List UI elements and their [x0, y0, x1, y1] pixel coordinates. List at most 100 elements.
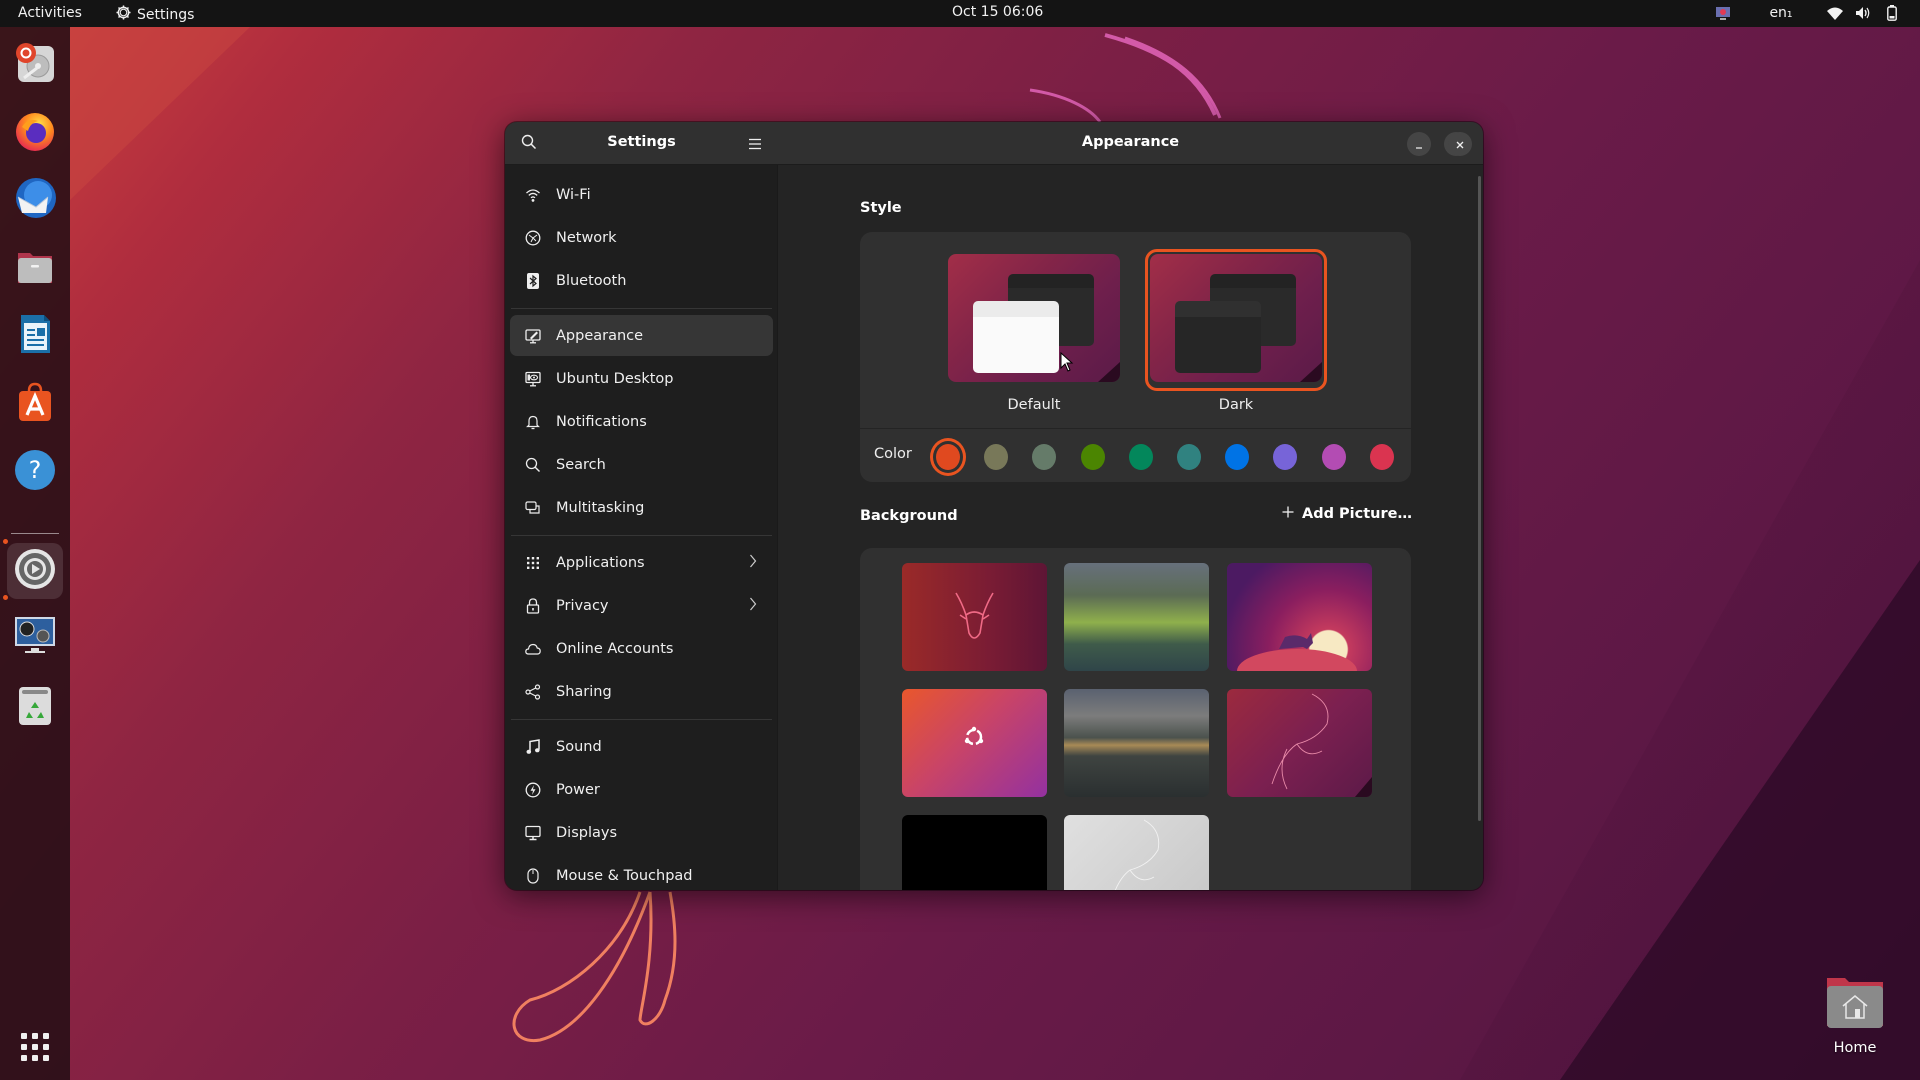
- accent-color-orange[interactable]: [936, 444, 960, 470]
- ubuntu-desktop-icon: [524, 370, 542, 388]
- sidebar-item-sharing[interactable]: Sharing: [510, 671, 773, 712]
- sidebar-item-appearance[interactable]: Appearance: [510, 315, 773, 356]
- system-tray[interactable]: en₁: [1708, 3, 1900, 23]
- software-icon: [12, 379, 58, 429]
- background-thumb-kudu-grey[interactable]: [1064, 815, 1209, 890]
- sidebar-item-label: Multitasking: [556, 499, 645, 516]
- accent-color-olive[interactable]: [1080, 444, 1105, 470]
- background-thumb-mountain-lake[interactable]: [1064, 563, 1209, 671]
- network-icon: [524, 229, 542, 247]
- sidebar-item-label: Bluetooth: [556, 272, 627, 289]
- show-apps-button[interactable]: [7, 1021, 63, 1077]
- search-icon: [524, 456, 542, 474]
- sidebar-item-network[interactable]: Network: [510, 217, 773, 258]
- style-caption-default: Default: [1007, 397, 1061, 413]
- sidebar-item-label: Online Accounts: [556, 640, 674, 657]
- close-button[interactable]: [1448, 132, 1472, 156]
- battery-icon[interactable]: [1884, 3, 1900, 23]
- chevron-right-icon: [749, 553, 757, 572]
- style-caption-dark: Dark: [1218, 397, 1254, 413]
- app-menu-label: Settings: [137, 6, 195, 23]
- accent-color-purple[interactable]: [1273, 444, 1298, 470]
- bluetooth-icon: [524, 272, 542, 290]
- clock[interactable]: Oct 15 06:06: [952, 4, 1043, 20]
- sidebar-item-label: Search: [556, 456, 606, 473]
- sidebar-separator: [511, 308, 772, 309]
- sidebar-item-label: Network: [556, 229, 617, 246]
- trash-icon: [12, 682, 58, 732]
- background-thumb-ubuntu-logo[interactable]: [902, 689, 1047, 797]
- background-thumb-kudu-moon[interactable]: [1227, 563, 1372, 671]
- accent-color-red[interactable]: [1369, 444, 1394, 470]
- app-menu[interactable]: Settings: [116, 5, 194, 24]
- minimize-button[interactable]: [1407, 132, 1431, 156]
- dock-app-settings[interactable]: [7, 543, 63, 599]
- appearance-panel: Appearance Style Default Dark Color Back…: [778, 122, 1483, 890]
- wifi-icon[interactable]: [1824, 3, 1846, 23]
- sidebar-separator: [511, 535, 772, 536]
- dock-app-help[interactable]: ?: [7, 444, 63, 500]
- content-scrollbar[interactable]: [1478, 176, 1481, 821]
- dock-app-thunderbird[interactable]: [7, 172, 63, 228]
- accent-color-bark[interactable]: [984, 444, 1009, 470]
- power-icon: [524, 781, 542, 799]
- volume-icon[interactable]: [1852, 3, 1874, 23]
- sidebar-item-wifi[interactable]: Wi-Fi: [510, 174, 773, 215]
- accent-color-magenta[interactable]: [1321, 444, 1346, 470]
- desktop-home-folder[interactable]: Home: [1816, 974, 1894, 1060]
- wifi-icon: [524, 186, 542, 204]
- screen-sharing-icon[interactable]: [1708, 3, 1738, 23]
- sidebar-item-sound[interactable]: Sound: [510, 726, 773, 767]
- dock-app-software[interactable]: [7, 376, 63, 432]
- preview-corner: [1300, 362, 1322, 382]
- main-menu-button[interactable]: [739, 128, 771, 160]
- app-grid-icon: [19, 1031, 51, 1067]
- apps-grid-icon: [524, 554, 542, 572]
- background-thumb-kudu-outline[interactable]: [1227, 689, 1372, 797]
- desktop-home-label: Home: [1833, 1040, 1877, 1056]
- accent-color-viridian[interactable]: [1128, 444, 1153, 470]
- thunderbird-icon: [12, 175, 58, 225]
- accent-color-sage[interactable]: [1032, 444, 1057, 470]
- sidebar-item-multitasking[interactable]: Multitasking: [510, 487, 773, 528]
- installer-icon: [12, 40, 58, 90]
- top-bar: Activities Settings Oct 15 06:06 en₁: [0, 0, 1920, 27]
- style-option-dark[interactable]: [1145, 249, 1327, 391]
- sidebar-item-notifications[interactable]: Notifications: [510, 401, 773, 442]
- accent-color-prussian-green[interactable]: [1177, 444, 1201, 470]
- sidebar-item-privacy[interactable]: Privacy: [510, 585, 773, 626]
- activities-button[interactable]: Activities: [18, 5, 82, 21]
- sidebar-item-search[interactable]: Search: [510, 444, 773, 485]
- dock-app-files[interactable]: [7, 240, 63, 296]
- dock-app-firefox[interactable]: [7, 104, 63, 160]
- running-indicator: [3, 539, 8, 544]
- background-thumb-misty-valley[interactable]: [1064, 689, 1209, 797]
- background-thumb-kudu-red[interactable]: [902, 563, 1047, 671]
- minimize-icon: [1414, 135, 1424, 154]
- background-thumb-black[interactable]: [902, 815, 1047, 890]
- writer-icon: [12, 311, 58, 361]
- accent-color-blue[interactable]: [1225, 444, 1250, 470]
- sidebar-item-ubuntu-desktop[interactable]: Ubuntu Desktop: [510, 358, 773, 399]
- dock-app-writer[interactable]: [7, 308, 63, 364]
- sidebar-item-online-accounts[interactable]: Online Accounts: [510, 628, 773, 669]
- dock-app-trash[interactable]: [7, 679, 63, 735]
- sidebar-item-applications[interactable]: Applications: [510, 542, 773, 583]
- dock-app-media-player[interactable]: [7, 611, 63, 667]
- background-section-label: Background: [860, 508, 958, 524]
- style-option-default[interactable]: [943, 249, 1125, 391]
- close-icon: [1455, 135, 1465, 154]
- multitasking-icon: [524, 499, 542, 517]
- style-section-label: Style: [860, 200, 902, 216]
- sidebar-item-power[interactable]: Power: [510, 769, 773, 810]
- sidebar-item-label: Notifications: [556, 413, 647, 430]
- sidebar-item-displays[interactable]: Displays: [510, 812, 773, 853]
- dock-app-installer[interactable]: [7, 37, 63, 93]
- sidebar-item-bluetooth[interactable]: Bluetooth: [510, 260, 773, 301]
- add-picture-button[interactable]: Add Picture…: [1282, 506, 1412, 522]
- style-preview-default: [948, 254, 1120, 382]
- sidebar-item-mouse-touchpad[interactable]: Mouse & Touchpad: [510, 855, 773, 890]
- keyboard-layout-indicator[interactable]: en₁: [1764, 3, 1798, 23]
- bell-icon: [524, 413, 542, 431]
- sidebar-item-label: Power: [556, 781, 600, 798]
